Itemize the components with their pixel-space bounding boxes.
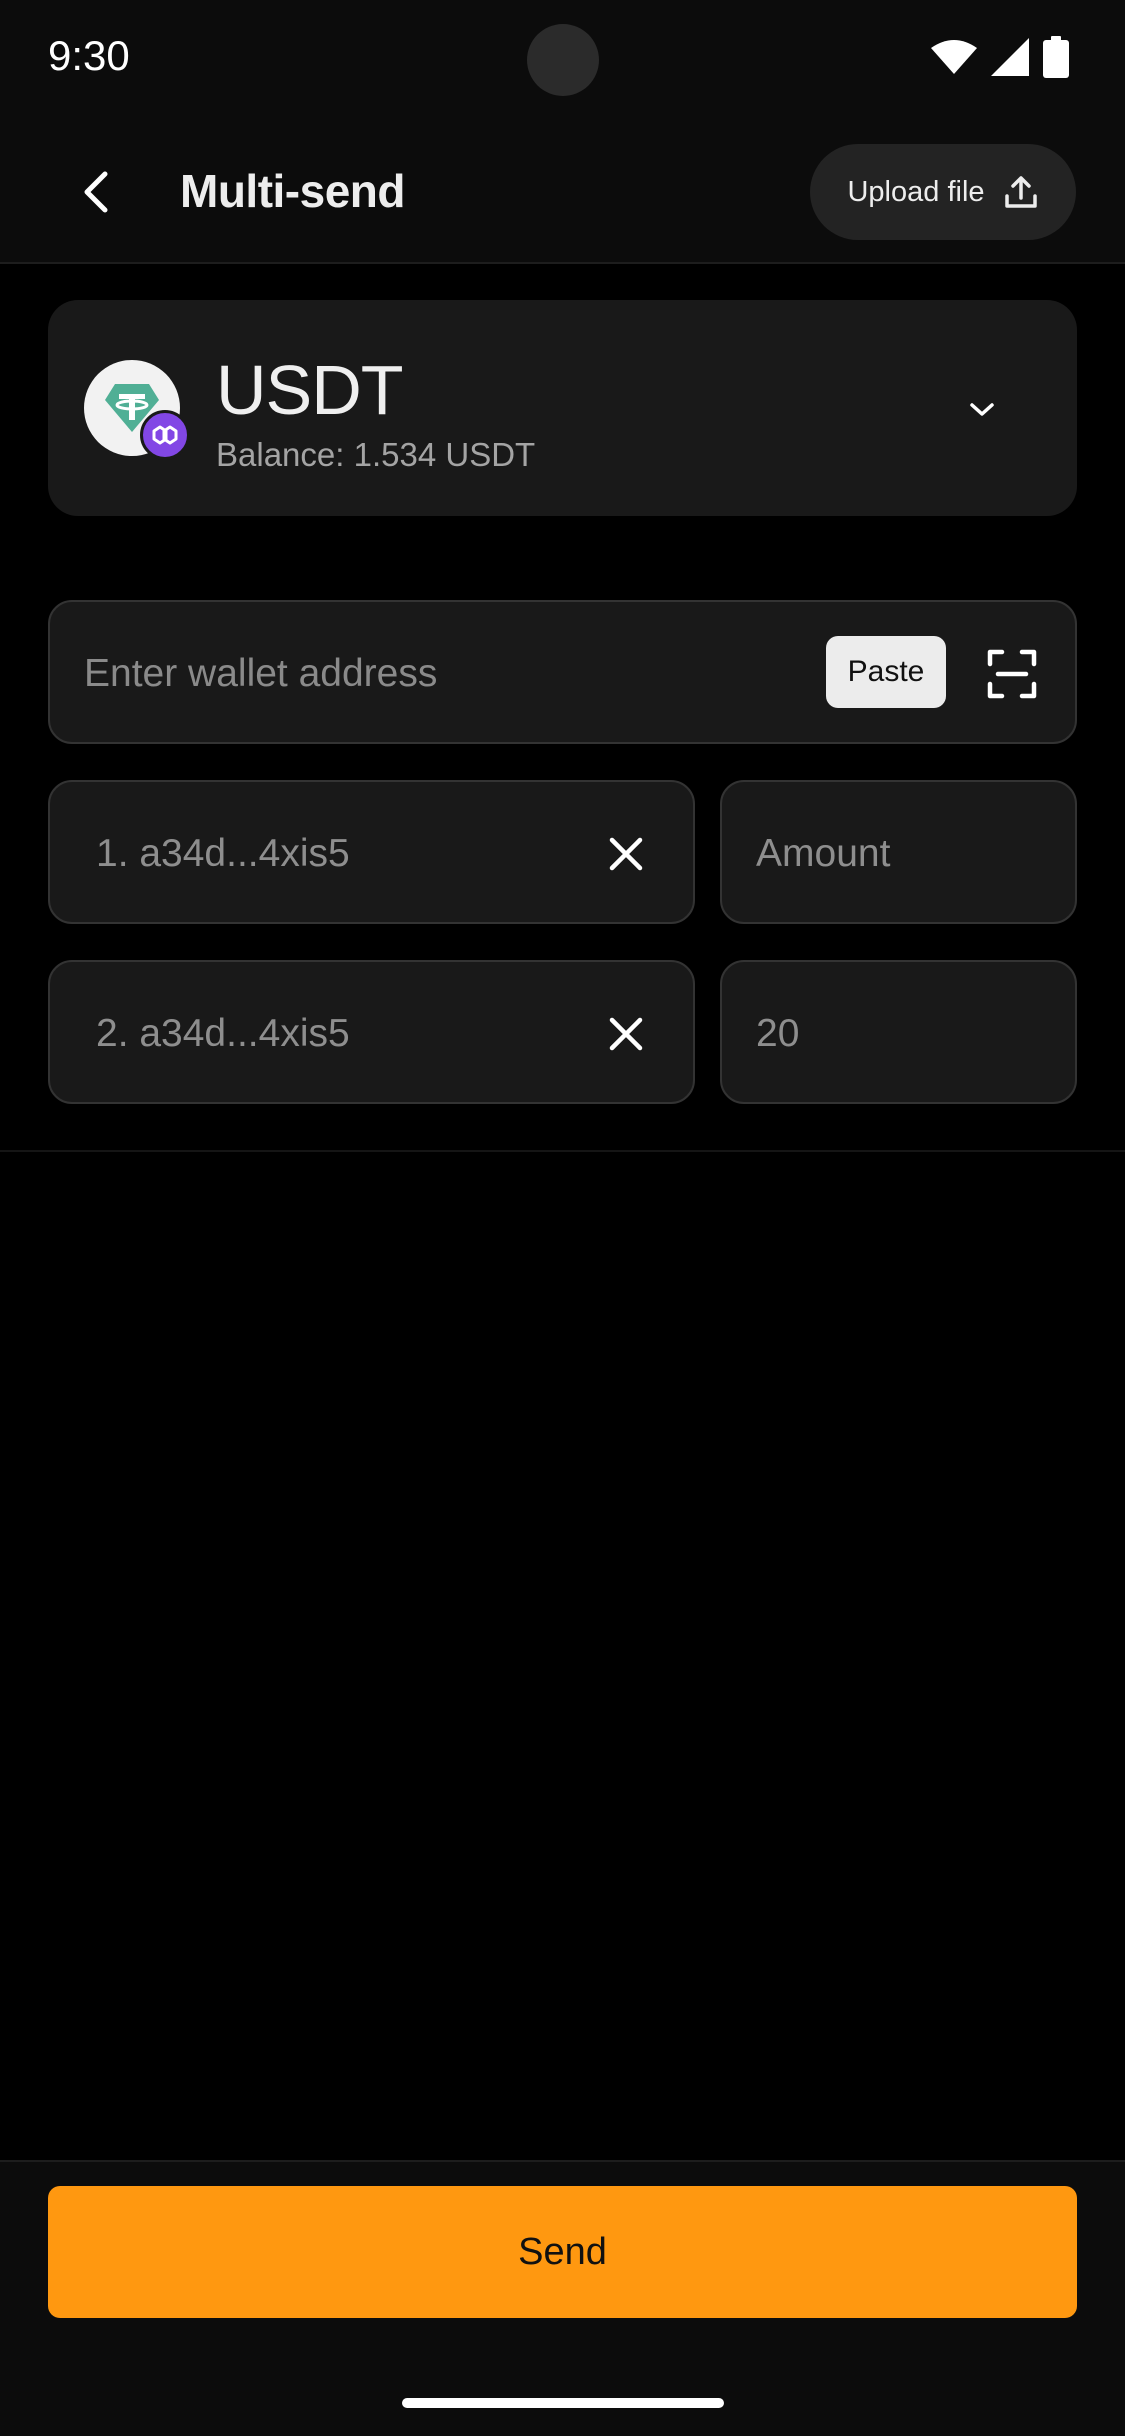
polygon-icon <box>140 410 190 460</box>
token-selector[interactable]: USDT Balance: 1.534 USDT <box>48 300 1077 516</box>
status-icons <box>931 36 1069 83</box>
upload-icon <box>1004 176 1037 208</box>
upload-file-button[interactable]: Upload file <box>810 144 1076 240</box>
chevron-down-icon[interactable] <box>966 394 998 426</box>
recipient-address-1[interactable]: 1. a34d...4xis5 <box>48 780 695 924</box>
token-balance: Balance: 1.534 USDT <box>216 436 535 474</box>
status-time: 9:30 <box>48 32 130 79</box>
paste-button[interactable]: Paste <box>826 636 946 708</box>
battery-icon <box>1043 36 1069 83</box>
chevron-left-icon <box>84 171 108 213</box>
home-indicator[interactable] <box>402 2398 724 2408</box>
recipient-address-value: 1. a34d...4xis5 <box>96 832 350 875</box>
recipient-address-value: 2. a34d...4xis5 <box>96 1012 350 1055</box>
cellular-signal-icon <box>991 38 1029 81</box>
scan-qr-button[interactable] <box>986 648 1038 700</box>
amount-value: 20 <box>756 1012 800 1055</box>
page-title: Multi-send <box>180 165 405 217</box>
recipient-amount-1[interactable]: Amount <box>720 780 1077 924</box>
balance-value: 1.534 USDT <box>353 436 536 473</box>
back-button[interactable] <box>68 164 124 220</box>
token-symbol: USDT <box>216 351 404 429</box>
front-camera <box>527 24 599 96</box>
app-header: Multi-send Upload file <box>0 120 1125 264</box>
amount-placeholder: Amount <box>756 832 891 875</box>
status-bar: 9:30 <box>0 0 1125 120</box>
scan-qr-icon <box>987 649 1037 699</box>
section-divider <box>0 1150 1125 1152</box>
send-button[interactable]: Send <box>48 2186 1077 2318</box>
balance-label: Balance: <box>216 436 345 473</box>
close-icon[interactable] <box>606 1014 646 1054</box>
upload-file-label: Upload file <box>847 175 985 208</box>
recipient-amount-2[interactable]: 20 <box>720 960 1077 1104</box>
wallet-address-placeholder: Enter wallet address <box>84 652 438 695</box>
footer: Send <box>0 2160 1125 2436</box>
recipient-address-2[interactable]: 2. a34d...4xis5 <box>48 960 695 1104</box>
wifi-icon <box>931 40 977 79</box>
close-icon[interactable] <box>606 834 646 874</box>
wallet-address-input[interactable]: Enter wallet address Paste <box>48 600 1077 744</box>
